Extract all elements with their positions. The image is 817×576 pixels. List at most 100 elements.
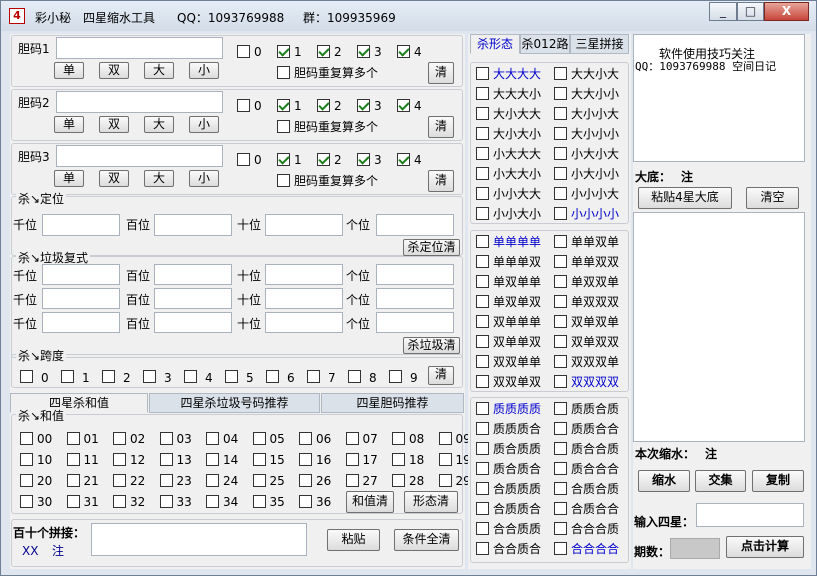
shape-checkbox[interactable] — [554, 207, 567, 220]
sum-checkbox[interactable] — [438, 432, 452, 445]
shape-checkbox[interactable] — [554, 67, 567, 80]
kill-junk-input[interactable] — [265, 264, 343, 285]
shape-checkbox[interactable] — [554, 422, 567, 435]
danma-shuang-button[interactable]: 双 — [99, 62, 129, 79]
sum-checkbox[interactable] — [66, 495, 80, 508]
shape-checkbox[interactable] — [476, 235, 489, 248]
danma-da-button[interactable]: 大 — [144, 170, 174, 187]
kill-junk-input[interactable] — [42, 288, 120, 309]
sum-checkbox[interactable] — [113, 453, 126, 466]
danma-input[interactable] — [56, 91, 223, 113]
shape-checkbox[interactable] — [554, 87, 567, 100]
clear-all-button[interactable]: 条件全清 — [394, 529, 459, 551]
shape-checkbox[interactable] — [476, 355, 489, 368]
sum-checkbox[interactable] — [252, 453, 266, 466]
kill-junk-input[interactable] — [376, 312, 454, 333]
bottom-tab-2[interactable]: 四星胆码推荐 — [321, 393, 464, 413]
shape-checkbox[interactable] — [476, 442, 489, 455]
danma-clear-button[interactable]: 清 — [428, 62, 454, 84]
shape-checkbox[interactable] — [476, 522, 489, 535]
shape-checkbox[interactable] — [476, 375, 489, 388]
danma-digit-checkbox[interactable] — [237, 99, 250, 112]
span-checkbox[interactable] — [143, 370, 156, 383]
danma-digit-checkbox[interactable] — [237, 45, 250, 58]
sum-checkbox[interactable] — [20, 432, 33, 445]
danma-digit-checkbox[interactable] — [317, 153, 330, 166]
shape-checkbox[interactable] — [476, 147, 489, 160]
sum-checkbox[interactable] — [66, 453, 80, 466]
sum-checkbox[interactable] — [20, 474, 33, 487]
danma-digit-checkbox[interactable] — [237, 153, 250, 166]
span-checkbox[interactable] — [307, 370, 320, 383]
shape-clear-button[interactable]: 形态清 — [404, 491, 458, 513]
copy-button[interactable]: 复制 — [752, 470, 804, 492]
sum-checkbox[interactable] — [252, 432, 266, 445]
shape-checkbox[interactable] — [476, 255, 489, 268]
danma-dan-button[interactable]: 单 — [54, 170, 84, 187]
kill-junk-input[interactable] — [42, 264, 120, 285]
repeat-checkbox[interactable] — [277, 120, 290, 133]
shape-checkbox[interactable] — [476, 87, 489, 100]
mid-tab-1[interactable]: 杀012路 — [520, 34, 570, 54]
shape-checkbox[interactable] — [554, 275, 567, 288]
sum-checkbox[interactable] — [113, 474, 126, 487]
input-4star-field[interactable] — [696, 503, 804, 527]
span-clear-button[interactable]: 清 — [428, 366, 454, 385]
shape-checkbox[interactable] — [476, 315, 489, 328]
sum-checkbox[interactable] — [345, 474, 359, 487]
danma-input[interactable] — [56, 37, 223, 59]
paste-button[interactable]: 粘贴 — [327, 529, 380, 551]
danma-digit-checkbox[interactable] — [357, 45, 370, 58]
sum-checkbox[interactable] — [392, 453, 405, 466]
danma-xiao-button[interactable]: 小 — [189, 62, 219, 79]
shape-checkbox[interactable] — [476, 462, 489, 475]
kill-junk-input[interactable] — [265, 312, 343, 333]
sum-checkbox[interactable] — [159, 495, 173, 508]
maximize-button[interactable]: □ — [737, 2, 764, 21]
shape-checkbox[interactable] — [476, 127, 489, 140]
span-checkbox[interactable] — [61, 370, 74, 383]
shape-checkbox[interactable] — [554, 375, 567, 388]
shape-checkbox[interactable] — [476, 107, 489, 120]
span-checkbox[interactable] — [20, 370, 33, 383]
shape-checkbox[interactable] — [476, 187, 489, 200]
span-checkbox[interactable] — [266, 370, 279, 383]
shape-checkbox[interactable] — [554, 522, 567, 535]
sum-checkbox[interactable] — [392, 432, 405, 445]
kill-position-input[interactable] — [265, 214, 343, 236]
mid-tab-2[interactable]: 三星拼接 — [570, 34, 629, 54]
kill-junk-input[interactable] — [154, 264, 232, 285]
shape-checkbox[interactable] — [476, 402, 489, 415]
danma-digit-checkbox[interactable] — [317, 99, 330, 112]
kill-junk-input[interactable] — [42, 312, 120, 333]
shape-checkbox[interactable] — [554, 235, 567, 248]
clear-base-button[interactable]: 清空 — [746, 187, 799, 209]
repeat-checkbox[interactable] — [277, 174, 290, 187]
sum-checkbox[interactable] — [20, 453, 33, 466]
period-field[interactable] — [670, 538, 720, 559]
danma-digit-checkbox[interactable] — [357, 153, 370, 166]
paste-base-button[interactable]: 粘贴4星大底 — [638, 187, 732, 209]
sum-checkbox[interactable] — [345, 432, 359, 445]
kill-junk-input[interactable] — [376, 264, 454, 285]
danma-clear-button[interactable]: 清 — [428, 170, 454, 192]
danma-digit-checkbox[interactable] — [277, 99, 290, 112]
shape-checkbox[interactable] — [554, 502, 567, 515]
shape-checkbox[interactable] — [554, 107, 567, 120]
sum-checkbox[interactable] — [252, 495, 266, 508]
shape-checkbox[interactable] — [554, 295, 567, 308]
shrink-button[interactable]: 缩水 — [638, 470, 690, 492]
shape-checkbox[interactable] — [554, 355, 567, 368]
danma-input[interactable] — [56, 145, 223, 167]
shape-checkbox[interactable] — [554, 462, 567, 475]
span-checkbox[interactable] — [184, 370, 197, 383]
base-textarea[interactable] — [633, 212, 805, 442]
danma-xiao-button[interactable]: 小 — [189, 170, 219, 187]
minimize-button[interactable]: _ — [709, 2, 737, 21]
shape-checkbox[interactable] — [554, 335, 567, 348]
sum-checkbox[interactable] — [66, 432, 80, 445]
close-button[interactable]: X — [764, 2, 809, 21]
kill-position-clear-button[interactable]: 杀定位清 — [403, 239, 460, 256]
sum-clear-button[interactable]: 和值清 — [346, 491, 394, 513]
shape-checkbox[interactable] — [476, 295, 489, 308]
